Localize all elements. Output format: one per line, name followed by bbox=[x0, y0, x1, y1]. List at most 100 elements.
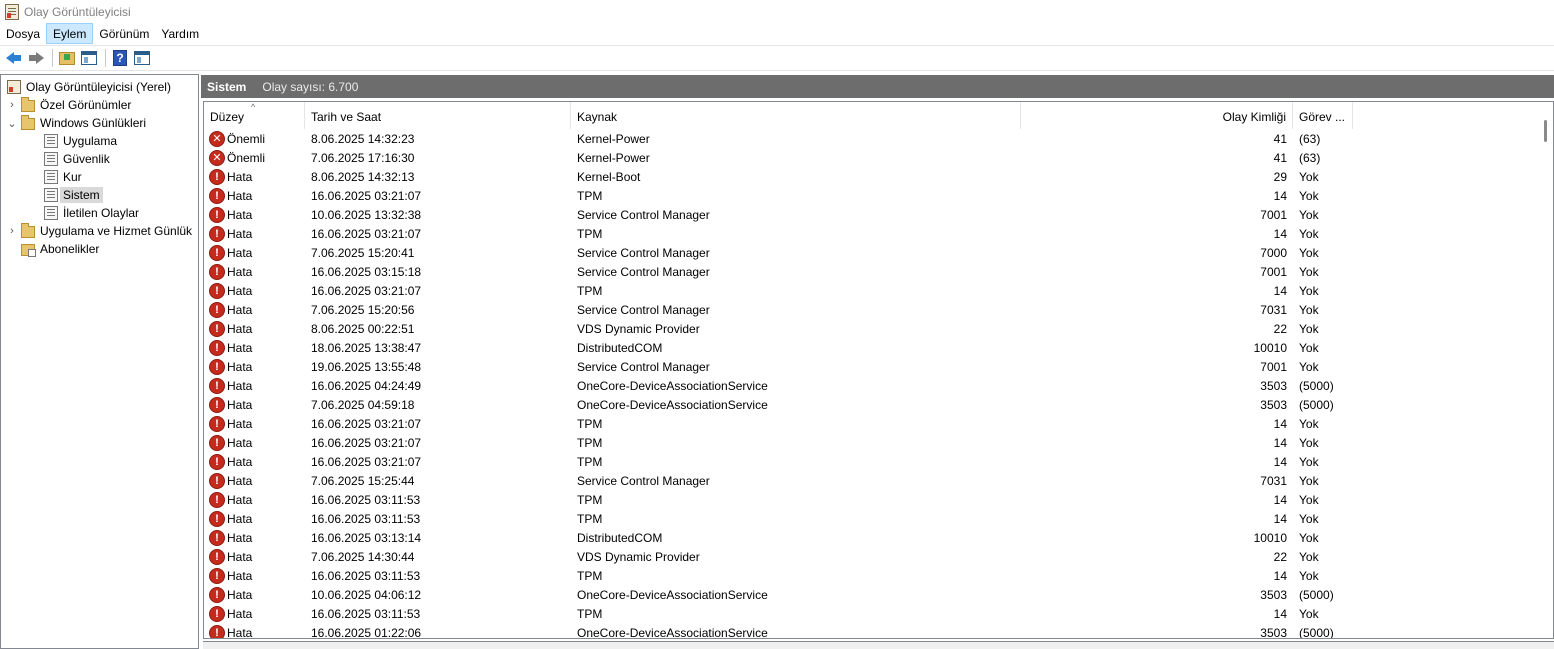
cell-source: TPM bbox=[577, 606, 603, 621]
table-row[interactable]: ! Hata 18.06.2025 13:38:47 DistributedCOM 10… bbox=[204, 338, 1541, 357]
tree-item-app-service-logs[interactable]: › Uygulama ve Hizmet Günlük bbox=[7, 222, 195, 240]
column-header-source[interactable]: Kaynak bbox=[571, 102, 1021, 129]
tree-item-custom-views[interactable]: › Özel Görünümler bbox=[7, 96, 134, 114]
up-folder-button[interactable] bbox=[57, 48, 77, 68]
column-header-level[interactable]: ^ Düzey bbox=[204, 102, 305, 129]
table-row[interactable]: ! Hata 7.06.2025 15:20:41 Service Control M… bbox=[204, 243, 1541, 262]
show-hide-action-pane-button[interactable] bbox=[132, 48, 152, 68]
table-row[interactable]: ! Hata 10.06.2025 13:32:38 Service Control … bbox=[204, 205, 1541, 224]
cell-task: (63) bbox=[1299, 131, 1321, 146]
table-row[interactable]: ! Hata 16.06.2025 03:21:07 TPM 14 Yok bbox=[204, 224, 1541, 243]
cell-event-id: 10010 bbox=[1253, 530, 1287, 545]
table-row[interactable]: ! Hata 16.06.2025 03:15:18 Service Control … bbox=[204, 262, 1541, 281]
tree-item-windows-logs[interactable]: ⌄ Windows Günlükleri bbox=[7, 114, 149, 132]
scrollbar-thumb[interactable] bbox=[1544, 120, 1547, 142]
chevron-right-icon[interactable]: › bbox=[7, 225, 17, 237]
tree-item-system[interactable]: Sistem bbox=[44, 186, 103, 204]
cell-date: 8.06.2025 14:32:13 bbox=[311, 169, 415, 184]
error-exclamation-icon: ! bbox=[209, 187, 225, 204]
level-text: Önemli bbox=[227, 131, 266, 146]
tree-item-forwarded-events[interactable]: İletilen Olaylar bbox=[44, 204, 142, 222]
table-header: ^ Düzey Tarih ve Saat Kaynak Olay Kimliğ… bbox=[204, 102, 1541, 129]
table-row[interactable]: ! Hata 16.06.2025 03:11:53 TPM 14 Yok bbox=[204, 604, 1541, 623]
table-row[interactable]: ! Hata 7.06.2025 15:25:44 Service Control M… bbox=[204, 471, 1541, 490]
cell-task: Yok bbox=[1299, 283, 1319, 298]
table-row[interactable]: ✕ Önemli 8.06.2025 14:32:23 Kernel-Power 41 (… bbox=[204, 129, 1541, 148]
chevron-down-icon[interactable]: ⌄ bbox=[7, 118, 17, 130]
table-row[interactable]: ✕ Önemli 7.06.2025 17:16:30 Kernel-Power 41 (… bbox=[204, 148, 1541, 167]
level-text: Hata bbox=[227, 416, 253, 431]
chevron-right-icon[interactable]: › bbox=[7, 99, 17, 111]
tree-label: Kur bbox=[63, 170, 82, 184]
error-exclamation-icon: ! bbox=[209, 339, 225, 356]
menu-view[interactable]: Görünüm bbox=[93, 23, 155, 44]
level-text: Hata bbox=[227, 473, 253, 488]
menu-action[interactable]: Eylem bbox=[46, 23, 94, 44]
error-exclamation-icon: ! bbox=[209, 415, 225, 432]
tree-item-security[interactable]: Güvenlik bbox=[44, 150, 113, 168]
menu-help[interactable]: Yardım bbox=[155, 23, 205, 44]
cell-level: ! Hata bbox=[204, 301, 305, 318]
table-row[interactable]: ! Hata 16.06.2025 03:21:07 TPM 14 Yok bbox=[204, 433, 1541, 452]
table-row[interactable]: ! Hata 7.06.2025 14:30:44 VDS Dynamic Provi… bbox=[204, 547, 1541, 566]
cell-level: ! Hata bbox=[204, 510, 305, 527]
table-row[interactable]: ! Hata 19.06.2025 13:55:48 Service Control … bbox=[204, 357, 1541, 376]
cell-date: 16.06.2025 03:21:07 bbox=[311, 188, 422, 203]
cell-event-id: 3503 bbox=[1260, 397, 1287, 412]
cell-task: Yok bbox=[1299, 606, 1319, 621]
table-row[interactable]: ! Hata 16.06.2025 03:21:07 TPM 14 Yok bbox=[204, 281, 1541, 300]
cell-level: ! Hata bbox=[204, 605, 305, 622]
column-header-task[interactable]: Görev ... bbox=[1293, 102, 1353, 129]
cell-level: ! Hata bbox=[204, 206, 305, 223]
help-button[interactable]: ? bbox=[110, 48, 130, 68]
column-header-event-id[interactable]: Olay Kimliği bbox=[1021, 102, 1293, 129]
table-row[interactable]: ! Hata 16.06.2025 01:22:06 OneCore-DeviceAs… bbox=[204, 623, 1541, 639]
cell-date: 16.06.2025 03:21:07 bbox=[311, 283, 422, 298]
back-button[interactable] bbox=[4, 48, 24, 68]
forward-button[interactable] bbox=[26, 48, 46, 68]
level-text: Hata bbox=[227, 568, 253, 583]
table-row[interactable]: ! Hata 16.06.2025 04:24:49 OneCore-DeviceAs… bbox=[204, 376, 1541, 395]
table-row[interactable]: ! Hata 7.06.2025 15:20:56 Service Control M… bbox=[204, 300, 1541, 319]
table-row[interactable]: ! Hata 10.06.2025 04:06:12 OneCore-DeviceAs… bbox=[204, 585, 1541, 604]
menu-file[interactable]: Dosya bbox=[0, 23, 46, 44]
table-row[interactable]: ! Hata 16.06.2025 03:21:07 TPM 14 Yok bbox=[204, 452, 1541, 471]
tree-item-application[interactable]: Uygulama bbox=[44, 132, 120, 150]
level-text: Hata bbox=[227, 378, 253, 393]
tree-label: Windows Günlükleri bbox=[40, 116, 147, 130]
cell-task: Yok bbox=[1299, 416, 1319, 431]
table-row[interactable]: ! Hata 16.06.2025 03:11:53 TPM 14 Yok bbox=[204, 490, 1541, 509]
cell-event-id: 7001 bbox=[1260, 359, 1287, 374]
error-exclamation-icon: ! bbox=[209, 206, 225, 223]
cell-task: Yok bbox=[1299, 454, 1319, 469]
error-exclamation-icon: ! bbox=[209, 168, 225, 185]
column-header-date[interactable]: Tarih ve Saat bbox=[305, 102, 571, 129]
cell-event-id: 3503 bbox=[1260, 378, 1287, 393]
level-text: Hata bbox=[227, 207, 253, 222]
error-exclamation-icon: ! bbox=[209, 263, 225, 280]
menu-bar: Dosya Eylem Görünüm Yardım bbox=[0, 23, 1554, 44]
cell-date: 16.06.2025 01:22:06 bbox=[311, 625, 422, 639]
cell-task: Yok bbox=[1299, 492, 1319, 507]
detail-pane-divider[interactable] bbox=[203, 641, 1554, 649]
cell-level: ! Hata bbox=[204, 624, 305, 638]
toolbar-separator bbox=[105, 49, 106, 67]
vertical-scrollbar[interactable] bbox=[1539, 102, 1553, 638]
tree-item-root[interactable]: Olay Görüntüleyicisi (Yerel) bbox=[7, 78, 174, 96]
table-row[interactable]: ! Hata 8.06.2025 14:32:13 Kernel-Boot 29 Yok bbox=[204, 167, 1541, 186]
table-row[interactable]: ! Hata 16.06.2025 03:21:07 TPM 14 Yok bbox=[204, 414, 1541, 433]
table-row[interactable]: ! Hata 16.06.2025 03:13:14 DistributedCOM 10… bbox=[204, 528, 1541, 547]
table-row[interactable]: ! Hata 8.06.2025 00:22:51 VDS Dynamic Provi… bbox=[204, 319, 1541, 338]
table-row[interactable]: ! Hata 16.06.2025 03:11:53 TPM 14 Yok bbox=[204, 509, 1541, 528]
event-viewer-icon bbox=[7, 80, 21, 94]
table-row[interactable]: ! Hata 16.06.2025 03:11:53 TPM 14 Yok bbox=[204, 566, 1541, 585]
table-row[interactable]: ! Hata 7.06.2025 04:59:18 OneCore-DeviceAss… bbox=[204, 395, 1541, 414]
cell-source: Kernel-Power bbox=[577, 131, 650, 146]
cell-source: DistributedCOM bbox=[577, 340, 663, 355]
show-hide-console-tree-button[interactable] bbox=[79, 48, 99, 68]
tree-item-subscriptions[interactable]: Abonelikler bbox=[21, 240, 102, 258]
error-exclamation-icon: ! bbox=[209, 567, 225, 584]
table-row[interactable]: ! Hata 16.06.2025 03:21:07 TPM 14 Yok bbox=[204, 186, 1541, 205]
cell-event-id: 29 bbox=[1273, 169, 1287, 184]
tree-item-setup[interactable]: Kur bbox=[44, 168, 85, 186]
